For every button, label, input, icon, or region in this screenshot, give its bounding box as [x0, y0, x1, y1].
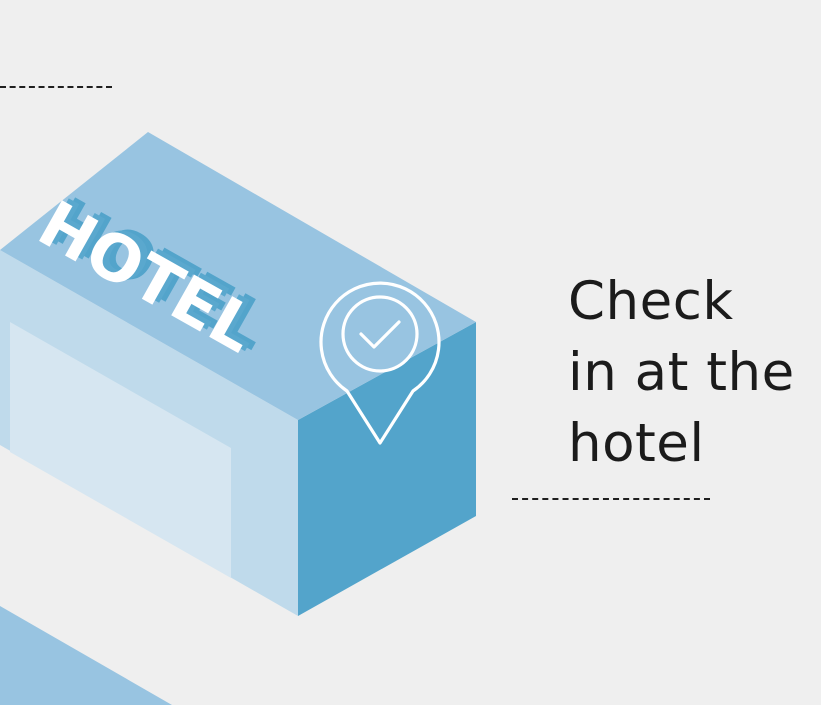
- neighbor-building-roof: [0, 606, 172, 705]
- caption-line-1: Check: [568, 271, 734, 332]
- step-caption: Check in at the hotel: [568, 266, 820, 479]
- caption-line-3: hotel: [568, 413, 705, 474]
- caption-line-2: in at the: [568, 342, 795, 403]
- dashed-divider-bottom: [512, 498, 710, 500]
- hotel-checkin-scene: HOTEL HOTEL HOTEL Check in at the hotel: [0, 0, 821, 705]
